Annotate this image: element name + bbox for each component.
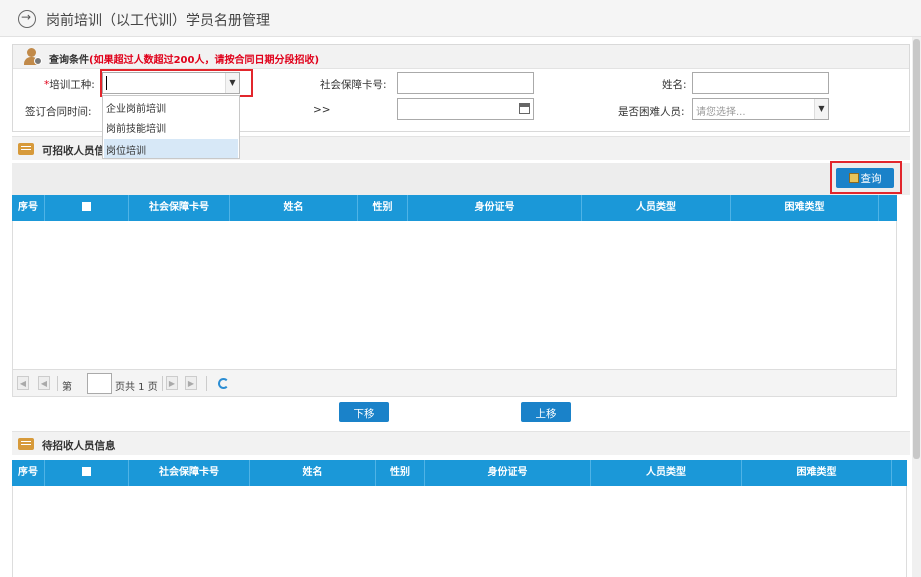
training-type-label: *培训工种: bbox=[44, 79, 95, 91]
user-search-icon bbox=[23, 48, 42, 66]
date-range-separator: >> bbox=[313, 104, 331, 116]
last-page-icon[interactable]: ▶ bbox=[185, 376, 197, 390]
pending-section-header: 待招收人员信息 bbox=[12, 431, 910, 455]
pending-grid-body bbox=[12, 486, 907, 577]
select-all-checkbox[interactable] bbox=[82, 467, 91, 476]
grid-toolbar bbox=[12, 163, 910, 195]
social-card-label: 社会保障卡号: bbox=[320, 79, 387, 91]
calendar-icon[interactable] bbox=[519, 103, 530, 114]
pending-grid-header: 序号 社会保障卡号 姓名 性别 身份证号 人员类型 困难类型 bbox=[12, 460, 907, 486]
col-hardship-type: 困难类型 bbox=[742, 460, 892, 486]
move-up-button[interactable]: 上移 bbox=[521, 402, 571, 422]
page-total: 页共 1 页 bbox=[115, 382, 158, 393]
query-warning: (如果超过人数超过200人，请按合同日期分段招收) bbox=[89, 55, 320, 66]
recruitable-grid-header: 序号 社会保障卡号 姓名 性别 身份证号 人员类型 困难类型 bbox=[12, 195, 897, 221]
col-social-card: 社会保障卡号 bbox=[129, 460, 250, 486]
page-prefix: 第 bbox=[62, 382, 72, 393]
col-hardship-type: 困难类型 bbox=[731, 195, 879, 221]
refresh-icon[interactable] bbox=[218, 378, 229, 389]
page-number-input[interactable] bbox=[87, 373, 112, 394]
recruitable-grid-body bbox=[12, 221, 897, 369]
page-header: 岗前培训（以工代训）学员名册管理 bbox=[0, 0, 921, 37]
hardship-label: 是否困难人员: bbox=[618, 106, 685, 118]
col-social-card: 社会保障卡号 bbox=[129, 195, 230, 221]
next-page-icon[interactable]: ▶ bbox=[166, 376, 178, 390]
move-down-button[interactable]: 下移 bbox=[339, 402, 389, 422]
select-all-checkbox[interactable] bbox=[82, 202, 91, 211]
training-type-highlight bbox=[100, 69, 253, 97]
message-icon bbox=[18, 438, 34, 450]
col-id-number: 身份证号 bbox=[408, 195, 582, 221]
prev-page-icon[interactable]: ◀ bbox=[38, 376, 50, 390]
name-input[interactable] bbox=[692, 72, 829, 94]
scrollbar-thumb[interactable] bbox=[913, 39, 920, 459]
col-person-type: 人员类型 bbox=[582, 195, 731, 221]
contract-date-label: 签订合同时间: bbox=[25, 106, 92, 118]
col-id-number: 身份证号 bbox=[425, 460, 591, 486]
first-page-icon[interactable]: ◀ bbox=[17, 376, 29, 390]
pending-title: 待招收人员信息 bbox=[42, 440, 116, 452]
name-label: 姓名: bbox=[662, 79, 687, 91]
col-name: 姓名 bbox=[250, 460, 376, 486]
training-type-dropdown: 企业岗前培训 岗前技能培训 岗位培训 bbox=[102, 95, 240, 159]
arrow-right-circle-icon[interactable] bbox=[18, 10, 36, 28]
col-select-all[interactable] bbox=[45, 195, 129, 221]
query-title: 查询条件(如果超过人数超过200人，请按合同日期分段招收) bbox=[49, 55, 320, 66]
col-select-all[interactable] bbox=[45, 460, 129, 486]
page-title: 岗前培训（以工代训）学员名册管理 bbox=[46, 13, 270, 29]
query-button-highlight bbox=[830, 161, 902, 194]
dropdown-option[interactable]: 岗前技能培训 bbox=[106, 120, 166, 135]
col-index: 序号 bbox=[12, 460, 45, 486]
message-icon bbox=[18, 143, 34, 155]
col-person-type: 人员类型 bbox=[591, 460, 742, 486]
col-index: 序号 bbox=[12, 195, 45, 221]
contract-date-end-input[interactable] bbox=[397, 98, 534, 120]
pager: ◀ ◀ 第 页共 1 页 ▶ ▶ bbox=[12, 369, 897, 397]
social-card-input[interactable] bbox=[397, 72, 534, 94]
dropdown-option[interactable]: 企业岗前培训 bbox=[106, 100, 166, 115]
query-panel-header: 查询条件(如果超过人数超过200人，请按合同日期分段招收) bbox=[13, 45, 909, 69]
col-name: 姓名 bbox=[230, 195, 358, 221]
col-gender: 性别 bbox=[376, 460, 425, 486]
hardship-select[interactable]: 请您选择... ▼ bbox=[692, 98, 829, 120]
dropdown-option-selected[interactable]: 岗位培训 bbox=[104, 139, 238, 158]
vertical-scrollbar[interactable] bbox=[912, 37, 921, 577]
chevron-down-icon[interactable]: ▼ bbox=[814, 99, 828, 119]
col-gender: 性别 bbox=[358, 195, 408, 221]
